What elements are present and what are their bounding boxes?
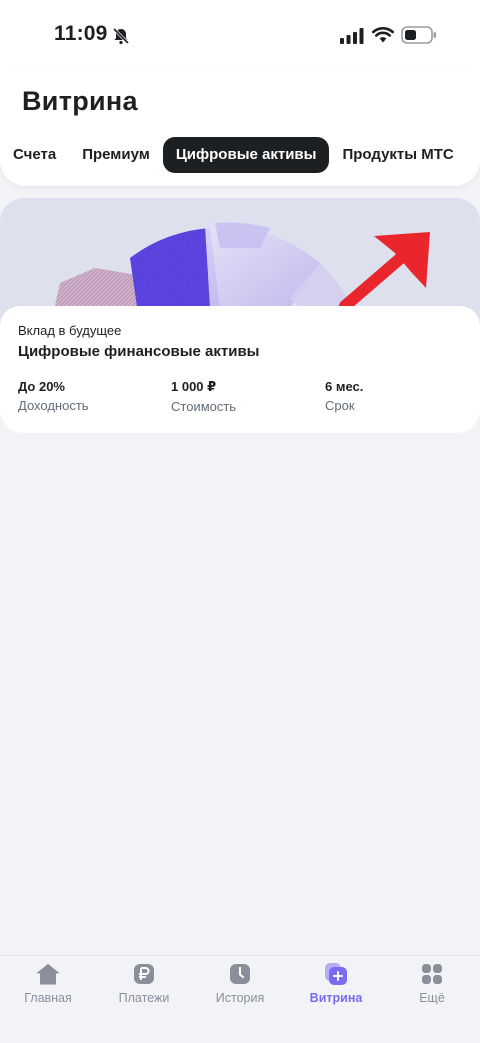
tab-digital-assets[interactable]: Цифровые активы	[162, 137, 330, 173]
stat-term-value: 6 мес.	[325, 379, 364, 394]
nav-showcase-label: Витрина	[309, 991, 363, 1005]
clock-icon	[230, 964, 250, 984]
tab-mts-products[interactable]: Продукты МТС	[329, 137, 466, 173]
product-card[interactable]: Вклад в будущее Цифровые финансовые акти…	[0, 198, 480, 433]
bell-muted-icon	[112, 27, 130, 45]
nav-history[interactable]: История	[192, 956, 288, 1016]
stat-term: 6 мес. Срок	[325, 379, 363, 413]
nav-payments-label: Платежи	[118, 991, 170, 1005]
page-title: Витрина	[22, 86, 138, 116]
stat-yield-value: До 20%	[18, 379, 65, 394]
home-icon	[37, 964, 59, 985]
stat-yield: До 20% Доходность	[18, 379, 89, 413]
ruble-icon	[134, 964, 154, 984]
nav-more[interactable]: Ещё	[384, 956, 480, 1016]
signal-icon	[340, 28, 364, 44]
wifi-icon	[372, 27, 394, 43]
nav-home[interactable]: Главная	[0, 956, 96, 1016]
stat-price: 1 000 ₽ Стоимость	[171, 379, 236, 414]
card-title: Цифровые финансовые активы	[18, 343, 260, 360]
nav-payments[interactable]: Платежи	[96, 956, 192, 1016]
tab-premium[interactable]: Премиум	[69, 137, 163, 173]
grid-icon	[422, 964, 442, 984]
card-subtitle: Вклад в будущее	[18, 323, 122, 338]
nav-home-label: Главная	[24, 991, 72, 1005]
battery-icon	[401, 26, 436, 44]
stat-yield-label: Доходность	[18, 398, 89, 413]
nav-history-label: История	[215, 991, 265, 1005]
stat-price-value: 1 000 ₽	[171, 379, 217, 394]
header: Витрина Счета Премиум Цифровые активы Пр…	[0, 70, 480, 186]
showcase-icon	[325, 963, 347, 985]
nav-showcase[interactable]: Витрина	[288, 956, 384, 1016]
card-body: Вклад в будущее Цифровые финансовые акти…	[0, 306, 480, 433]
tab-bar: Счета Премиум Цифровые активы Продукты М…	[0, 137, 480, 173]
stat-price-label: Стоимость	[171, 399, 237, 414]
bottom-nav: Главная Платежи История Витрина Ещё	[0, 955, 480, 1043]
status-bar: 11:09	[0, 0, 480, 70]
status-time: 11:09	[54, 22, 108, 45]
nav-more-label: Ещё	[419, 991, 445, 1005]
tab-accounts[interactable]: Счета	[0, 137, 69, 173]
stat-term-label: Срок	[325, 398, 355, 413]
tab-more-partial[interactable]: По	[467, 137, 480, 173]
